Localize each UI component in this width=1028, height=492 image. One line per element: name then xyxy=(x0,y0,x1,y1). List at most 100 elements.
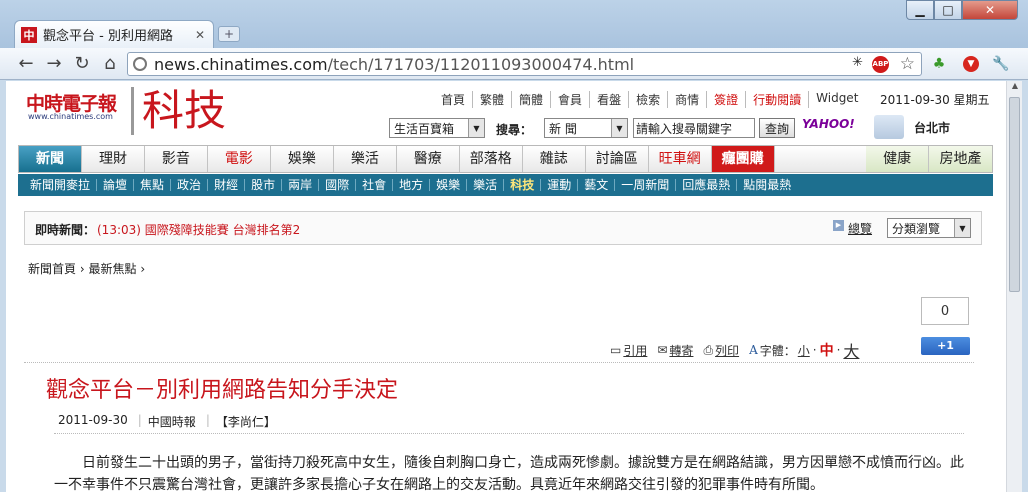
font-large[interactable]: 大 xyxy=(843,338,859,362)
top-link-member[interactable]: 會員 xyxy=(550,91,589,108)
yahoo-logo: YAHOO! xyxy=(802,117,855,131)
extension-leaf-icon[interactable]: ♣ xyxy=(928,53,950,75)
sub-nav-item[interactable]: 論壇 xyxy=(96,179,133,191)
overview-link[interactable]: 總覽 xyxy=(848,220,872,237)
weather-icon[interactable] xyxy=(874,115,904,139)
cite-link[interactable]: 引用 xyxy=(623,342,647,359)
window-frame-right xyxy=(1022,81,1028,492)
scroll-up-icon[interactable]: ▲ xyxy=(1007,81,1023,95)
scroll-thumb[interactable] xyxy=(1009,97,1020,292)
main-nav-medical[interactable]: 醫療 xyxy=(397,146,460,172)
main-nav-news[interactable]: 新聞 xyxy=(19,146,82,172)
top-link-mobile[interactable]: 行動閱讀 xyxy=(745,91,808,108)
main-nav-health[interactable]: 健康 xyxy=(866,146,930,172)
browse-select[interactable]: 分類瀏覽 ▼ xyxy=(887,218,971,238)
close-tab-icon[interactable]: ✕ xyxy=(193,28,207,42)
city-label[interactable]: 台北市 xyxy=(914,119,950,136)
back-icon[interactable]: ← xyxy=(14,53,38,75)
forward-link[interactable]: 轉寄 xyxy=(669,342,693,359)
top-link-widget[interactable]: Widget xyxy=(808,91,865,108)
top-link-search[interactable]: 檢索 xyxy=(628,91,667,108)
article-byline: 2011-09-30 | 中國時報 | 【李尚仁】 xyxy=(58,413,286,430)
extension-red-icon[interactable]: ▼ xyxy=(960,53,982,75)
main-nav-finance[interactable]: 理財 xyxy=(82,146,145,172)
adblock-icon[interactable]: ABP xyxy=(872,56,889,73)
new-tab-button[interactable]: + xyxy=(218,26,240,42)
article-tools: ▭ 引用 ✉ 轉寄 ⎙ 列印 A 字體： 小 · 中 · 大 xyxy=(610,338,869,362)
search-scope-value: 新 聞 xyxy=(549,121,577,136)
home-icon[interactable]: ⌂ xyxy=(98,53,122,75)
browser-tab[interactable]: 中 觀念平台 - 別利用網路 ✕ xyxy=(14,20,214,48)
sub-nav-item[interactable]: 娛樂 xyxy=(429,179,466,191)
sub-nav-item[interactable]: 財經 xyxy=(207,179,244,191)
address-bar[interactable]: news.chinatimes.com/tech/171703/11201109… xyxy=(127,52,922,76)
sub-nav-item[interactable]: 回應最熱 xyxy=(675,179,736,191)
sub-nav-item[interactable]: 地方 xyxy=(392,179,429,191)
close-window-button[interactable]: ✕ xyxy=(962,0,1018,20)
share-count: 0 xyxy=(921,297,969,325)
article-headline: 觀念平台－別利用網路告知分手決定 xyxy=(46,378,399,403)
search-scope-select[interactable]: 新 聞 ▼ xyxy=(544,118,628,138)
overview-icon: ▶ xyxy=(833,220,844,231)
font-icon: A xyxy=(749,343,758,357)
sub-nav-item[interactable]: 焦點 xyxy=(133,179,170,191)
main-nav-entertainment[interactable]: 娛樂 xyxy=(271,146,334,172)
sub-nav: 新聞開麥拉 論壇 焦點 政治 財經 股市 兩岸 國際 社會 地方 娛樂 樂活 科… xyxy=(18,174,993,196)
main-nav-video[interactable]: 影音 xyxy=(145,146,208,172)
top-link-home[interactable]: 首頁 xyxy=(434,91,472,108)
globe-icon xyxy=(133,57,147,71)
font-small[interactable]: 小 xyxy=(798,342,810,359)
top-link-business[interactable]: 商情 xyxy=(667,91,706,108)
separator: | xyxy=(137,413,142,427)
forward-icon[interactable]: → xyxy=(42,53,66,75)
top-link-visa[interactable]: 簽證 xyxy=(706,91,745,108)
site-logo-url: www.chinatimes.com xyxy=(28,112,113,121)
google-plus-button[interactable]: +1 xyxy=(921,337,970,355)
top-link-traditional[interactable]: 繁體 xyxy=(472,91,511,108)
search-button[interactable]: 查詢 xyxy=(759,118,795,138)
sub-nav-item[interactable]: 社會 xyxy=(355,179,392,191)
maximize-button[interactable]: □ xyxy=(934,0,962,20)
sub-nav-item[interactable]: 一周新聞 xyxy=(614,179,675,191)
sub-nav-item[interactable]: 藝文 xyxy=(577,179,614,191)
page-date: 2011-09-30 星期五 xyxy=(880,93,990,107)
main-nav-magazine[interactable]: 雜誌 xyxy=(523,146,586,172)
bookmark-star-icon[interactable]: ☆ xyxy=(900,54,915,74)
print-link[interactable]: 列印 xyxy=(715,342,739,359)
wrench-icon[interactable]: 🔧 xyxy=(990,53,1012,75)
top-link-stocks[interactable]: 看盤 xyxy=(589,91,628,108)
sub-nav-item[interactable]: 股市 xyxy=(244,179,281,191)
sub-nav-item[interactable]: 兩岸 xyxy=(281,179,318,191)
sub-nav-item-active[interactable]: 科技 xyxy=(503,179,540,191)
minimize-button[interactable]: ▁ xyxy=(906,0,934,20)
main-nav-groupbuy[interactable]: 癮團購 xyxy=(711,146,775,172)
sub-nav-item[interactable]: 新聞開麥拉 xyxy=(24,179,96,191)
sub-nav-item[interactable]: 點閱最熱 xyxy=(736,179,797,191)
font-medium[interactable]: 中 xyxy=(820,340,834,360)
main-nav-realestate[interactable]: 房地產 xyxy=(929,146,993,172)
reload-icon[interactable]: ↻ xyxy=(70,53,94,75)
main-nav-lohas[interactable]: 樂活 xyxy=(334,146,397,172)
browser-window: 中 觀念平台 - 別利用網路 ✕ + ▁ □ ✕ ← → ↻ ⌂ news.ch… xyxy=(0,0,1028,492)
category-select[interactable]: 生活百寶箱 ▼ xyxy=(389,118,485,138)
sub-nav-item[interactable]: 國際 xyxy=(318,179,355,191)
sub-nav-item[interactable]: 運動 xyxy=(540,179,577,191)
search-label: 搜尋： xyxy=(496,123,533,137)
breaking-news-bar: 即時新聞： (13:03) 國際殘障技能賽 台灣排名第2 ▶ 總覽 分類瀏覽 ▼ xyxy=(24,211,982,245)
separator-dot: · xyxy=(836,343,841,357)
main-nav-movie[interactable]: 電影 xyxy=(208,146,271,172)
main-nav-blog[interactable]: 部落格 xyxy=(460,146,523,172)
section-title: 科技 xyxy=(131,87,226,135)
cookie-icon[interactable]: ✳ xyxy=(852,55,863,70)
breadcrumb-home[interactable]: 新聞首頁 xyxy=(28,262,76,276)
article-author: 【李尚仁】 xyxy=(215,415,276,429)
main-nav-car[interactable]: 旺車網 xyxy=(649,146,712,172)
main-nav-forum[interactable]: 討論區 xyxy=(586,146,649,172)
breaking-item[interactable]: (13:03) 國際殘障技能賽 台灣排名第2 xyxy=(97,221,300,238)
vertical-scrollbar[interactable]: ▲ xyxy=(1006,81,1022,492)
top-link-simplified[interactable]: 簡體 xyxy=(511,91,550,108)
sub-nav-item[interactable]: 樂活 xyxy=(466,179,503,191)
breadcrumb-focus[interactable]: 最新焦點 xyxy=(88,262,136,276)
search-input[interactable]: 請輸入搜尋關鍵字 xyxy=(633,118,755,138)
sub-nav-item[interactable]: 政治 xyxy=(170,179,207,191)
